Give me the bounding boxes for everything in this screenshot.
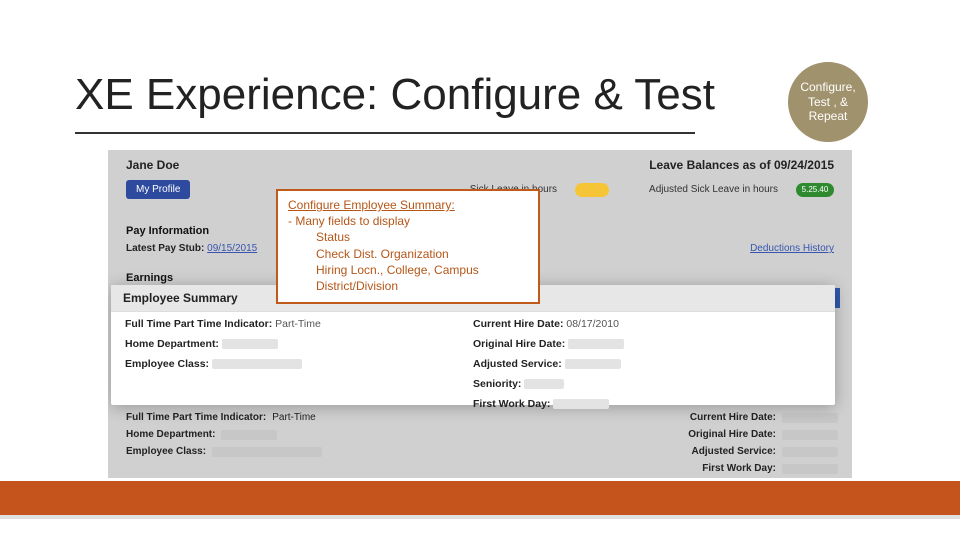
latest-pay-stub-label: Latest Pay Stub: [126, 243, 204, 254]
overlay-body: Full Time Part Time Indicator: Part-Time… [111, 312, 835, 414]
configure-test-repeat-badge: Configure, Test , & Repeat [786, 60, 870, 144]
ov-curhire-value: 08/17/2010 [566, 318, 619, 330]
configure-callout: Configure Employee Summary: - Many field… [276, 189, 540, 304]
latest-pay-stub-link[interactable]: 09/15/2015 [207, 243, 257, 254]
ov-row-home-dept: Home Department: [125, 338, 473, 350]
employee-name: Jane Doe [126, 158, 179, 172]
title-underline [75, 132, 695, 134]
balances-header: Leave Balances as of 09/24/2015 [649, 158, 834, 172]
callout-title: Configure Employee Summary: [288, 197, 528, 213]
embedded-screenshot: Jane Doe Leave Balances as of 09/24/2015… [108, 150, 852, 478]
bg-homedept-label: Home Department: [126, 429, 215, 440]
callout-item-status: Status [288, 229, 528, 245]
callout-line1: - Many fields to display [288, 213, 528, 229]
redacted-field [782, 430, 838, 440]
bg-adjsvc-label: Adjusted Service: [692, 446, 776, 457]
ov-row-ft: Full Time Part Time Indicator: Part-Time [125, 318, 473, 330]
ov-firstwork-label: First Work Day: [473, 398, 550, 410]
bg-row-first-work: First Work Day: [126, 463, 838, 474]
overlay-col-right: Current Hire Date: 08/17/2010 Original H… [473, 318, 821, 410]
bg-row-emp-class: Employee Class: Adjusted Service: [126, 446, 838, 457]
ov-ft-value: Part-Time [275, 318, 321, 330]
slide-title: XE Experience: Configure & Test [75, 70, 715, 120]
ov-curhire-label: Current Hire Date: [473, 318, 563, 330]
dashboard-lower-details: Full Time Part Time Indicator: Part-Time… [126, 412, 838, 474]
ov-homedept-label: Home Department: [125, 338, 219, 350]
ov-empclass-label: Employee Class: [125, 358, 209, 370]
callout-item-hiring-locn: Hiring Locn., College, Campus [288, 262, 528, 278]
ov-adjsvc-label: Adjusted Service: [473, 358, 562, 370]
bg-row-home-dept: Home Department: Original Hire Date: [126, 429, 838, 440]
redacted-field [212, 359, 302, 369]
footer-shadow [0, 515, 960, 519]
ov-row-adj-service: Adjusted Service: [473, 358, 821, 370]
ov-orighire-label: Original Hire Date: [473, 338, 565, 350]
ov-row-orig-hire: Original Hire Date: [473, 338, 821, 350]
redacted-field [568, 339, 624, 349]
redacted-field [222, 339, 278, 349]
ov-row-emp-class: Employee Class: [125, 358, 473, 370]
ov-seniority-label: Seniority: [473, 378, 521, 390]
dashboard-topbar: Jane Doe Leave Balances as of 09/24/2015 [122, 156, 838, 178]
adjusted-value: 5.25.40 [802, 185, 829, 194]
my-profile-button[interactable]: My Profile [126, 180, 190, 199]
redacted-field [565, 359, 621, 369]
ov-ft-label: Full Time Part Time Indicator: [125, 318, 272, 330]
sick-leave-pill [575, 183, 609, 197]
bg-orighire-label: Original Hire Date: [688, 429, 776, 440]
ov-row-seniority: Seniority: [473, 378, 821, 390]
deductions-history-link[interactable]: Deductions History [750, 243, 834, 254]
bg-empclass-label: Employee Class: [126, 446, 206, 457]
adjusted-sick-leave-label: Adjusted Sick Leave in hours [649, 184, 778, 195]
redacted-field [782, 413, 838, 423]
ov-row-cur-hire: Current Hire Date: 08/17/2010 [473, 318, 821, 330]
redacted-field [221, 430, 277, 440]
callout-item-district: District/Division [288, 278, 528, 294]
redacted-field [524, 379, 564, 389]
ov-row-first-work: First Work Day: [473, 398, 821, 410]
redacted-field [212, 447, 322, 457]
callout-item-check-dist: Check Dist. Organization [288, 246, 528, 262]
redacted-field [782, 447, 838, 457]
badge-text: Configure, Test , & Repeat [794, 80, 862, 123]
redacted-field [553, 399, 609, 409]
adjusted-sick-leave-pill: 5.25.40 [796, 183, 834, 197]
overlay-col-left: Full Time Part Time Indicator: Part-Time… [125, 318, 473, 410]
slide: XE Experience: Configure & Test Configur… [0, 0, 960, 540]
bg-firstwork-label: First Work Day: [702, 463, 776, 474]
footer-bar [0, 481, 960, 515]
redacted-field [782, 464, 838, 474]
